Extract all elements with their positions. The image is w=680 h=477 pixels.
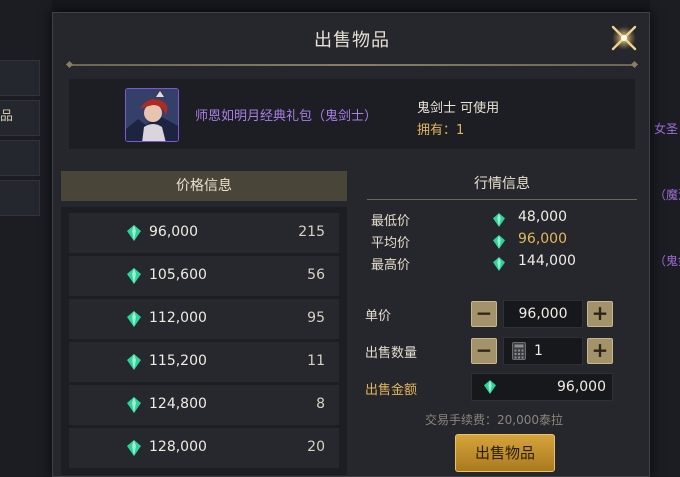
background-tab [0,180,40,216]
price-row[interactable]: 112,000 95 [69,299,339,339]
background-tab [0,140,40,176]
gem-icon [127,397,141,417]
gem-icon [493,256,505,275]
gem-icon [127,354,141,374]
market-divider [367,199,637,200]
gem-icon [127,440,141,460]
background-right-list [650,0,680,477]
quantity-field[interactable]: 1 [503,337,583,365]
sell-item-button[interactable]: 出售物品 [455,434,555,472]
background-left-sidebar: 品 [0,0,52,477]
price-row[interactable]: 115,200 11 [69,342,339,382]
price-row[interactable]: 105,600 56 [69,256,339,296]
price-value: 128,000 [149,439,207,455]
price-value: 112,000 [149,310,207,326]
item-icon[interactable] [125,88,179,142]
unit-price-decrease-button[interactable]: − [471,301,497,327]
average-price-label: 平均价 [371,236,411,251]
price-row[interactable]: 96,000 215 [69,213,339,253]
highest-price-label: 最高价 [371,258,411,273]
price-row[interactable]: 128,000 20 [69,428,339,468]
owned-label: 拥有： [417,123,457,138]
quantity-label: 出售数量 [365,346,418,361]
close-button[interactable] [609,23,639,53]
total-amount-label: 出售金额 [365,383,418,398]
listing-count: 20 [307,439,325,455]
listing-count: 11 [307,353,325,369]
listing-count: 56 [307,267,325,283]
listing-count: 8 [316,396,325,412]
background-tab-label: 品 [0,109,14,124]
gem-icon [127,268,141,288]
gem-icon [127,311,141,331]
item-name: 师恩如明月经典礼包（鬼剑士） [195,109,378,124]
quantity-increase-button[interactable]: + [587,338,613,364]
unit-price-field[interactable]: 96,000 [503,300,583,328]
background-list-item: 女圣 [654,122,679,136]
price-value: 124,800 [149,396,207,412]
transaction-fee: 交易手续费：20,000泰拉 [425,413,563,427]
total-amount-value: 96,000 [557,379,606,395]
quantity-value: 1 [534,343,543,359]
price-value: 96,000 [149,224,198,240]
listing-count: 215 [298,224,325,240]
price-value: 105,600 [149,267,207,283]
gem-icon [493,234,505,253]
price-row[interactable]: 124,800 8 [69,385,339,425]
unit-price-increase-button[interactable]: + [587,301,613,327]
dialog-title: 出售物品 [314,30,390,51]
average-price-value: 96,000 [518,231,567,247]
owned-count: 1 [456,123,465,138]
lowest-price-label: 最低价 [371,214,411,229]
sell-item-dialog: 出售物品 师恩如明月经典礼包（鬼剑士） 鬼剑士 可使用 拥有：1 价格信息 96… [52,12,650,477]
item-class-requirement: 鬼剑士 可使用 [417,101,500,116]
item-summary: 师恩如明月经典礼包（鬼剑士） 鬼剑士 可使用 拥有：1 [69,79,635,149]
lowest-price-value: 48,000 [518,209,567,225]
background-list-item: （魔法 [654,188,680,202]
quantity-decrease-button[interactable]: − [471,338,497,364]
total-amount-field: 96,000 [471,373,613,401]
gem-icon [484,380,496,398]
background-tab [0,60,40,96]
gem-icon [127,225,141,245]
sparkle-close-icon [611,25,637,51]
price-list: 96,000 215 105,600 56 112,000 95 115,200… [61,207,347,475]
character-portrait-icon [126,89,178,141]
market-info-header: 行情信息 [474,176,530,192]
item-owned: 拥有：1 [417,119,464,138]
price-info-header: 价格信息 [61,171,347,201]
background-list-item: （鬼剑 [654,254,680,268]
gem-icon [493,212,505,231]
unit-price-label: 单价 [365,309,392,324]
calculator-icon[interactable] [512,342,526,364]
listing-count: 95 [307,310,325,326]
price-value: 115,200 [149,353,207,369]
highest-price-value: 144,000 [518,253,576,269]
title-divider [69,64,635,66]
